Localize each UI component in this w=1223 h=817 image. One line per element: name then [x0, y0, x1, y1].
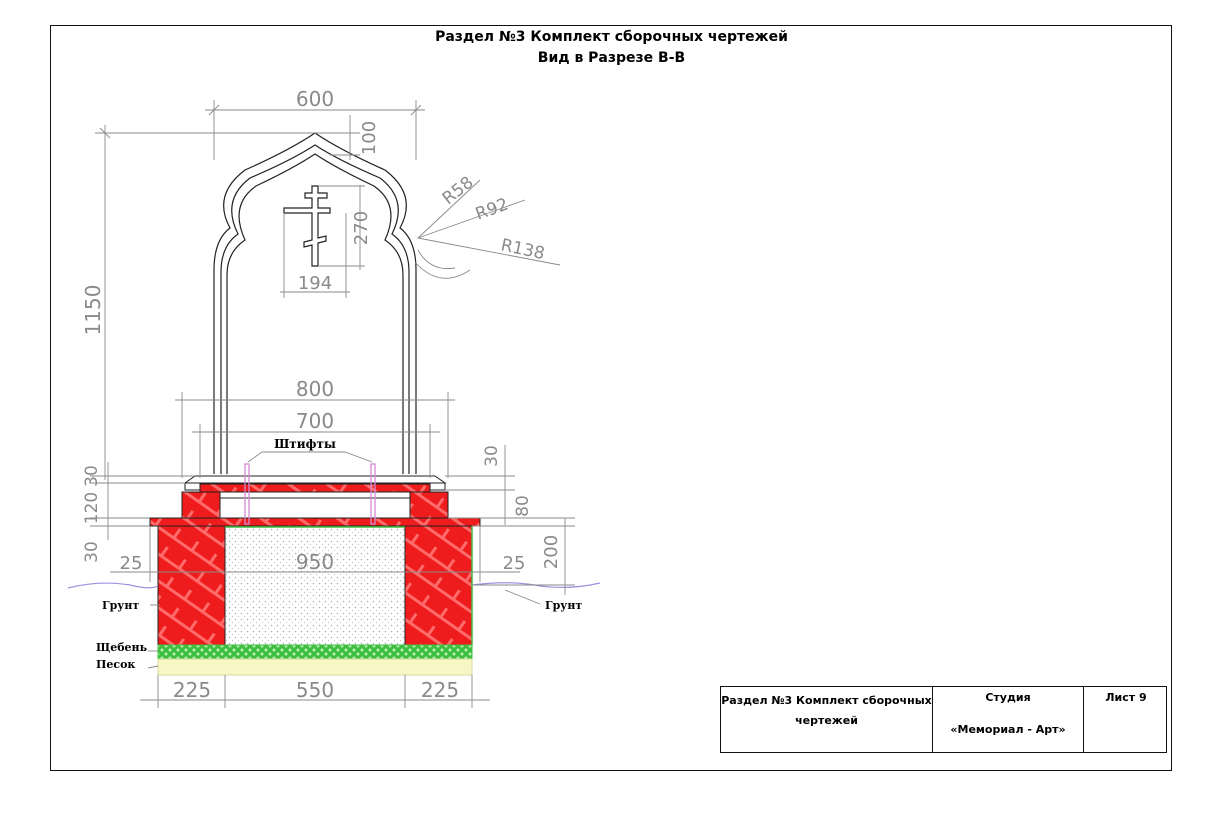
dim-30-right: 30	[482, 445, 502, 467]
soil-left-label: Грунт	[102, 599, 139, 612]
title-block-section: Раздел №3 Комплект сборочных чертежей	[721, 687, 933, 752]
dim-25-left: 25	[120, 553, 143, 574]
dim-225-left: 225	[173, 678, 211, 702]
dim-550: 550	[296, 678, 334, 702]
dim-194: 194	[298, 273, 332, 294]
sand-layer	[157, 658, 473, 676]
dim-r58: R58	[439, 173, 478, 209]
pins-label: Штифты	[274, 437, 336, 451]
dim-950: 950	[296, 550, 334, 574]
base-slab	[149, 491, 481, 527]
gravel-layer	[157, 644, 473, 660]
dim-600: 600	[296, 87, 334, 111]
dim-225-right: 225	[421, 678, 459, 702]
dim-30-top-left: 30	[82, 465, 102, 487]
dim-700: 700	[296, 409, 334, 433]
foundation	[157, 525, 473, 646]
cross-icon	[283, 185, 331, 267]
title-block-studio: Студия «Мемориал - Арт»	[933, 687, 1084, 752]
dim-100: 100	[359, 121, 380, 155]
dim-270: 270	[351, 211, 372, 245]
studio-name: «Мемориал - Арт»	[950, 723, 1066, 736]
soil-right-label: Грунт	[545, 599, 582, 612]
base-plate	[183, 475, 447, 493]
sand-label: Песок	[96, 658, 135, 671]
dim-200: 200	[541, 535, 562, 569]
dim-800: 800	[296, 377, 334, 401]
dim-30-bottom-left: 30	[82, 541, 102, 563]
dim-25-right: 25	[503, 553, 526, 574]
dim-80: 80	[513, 495, 533, 517]
dim-1150: 1150	[81, 285, 105, 336]
dim-r92: R92	[473, 194, 511, 224]
dim-120: 120	[82, 492, 102, 524]
dim-r138: R138	[499, 235, 546, 264]
title-block-sheet: Лист 9	[1105, 691, 1147, 704]
studio-label: Студия	[985, 691, 1031, 704]
gravel-label: Щебень	[96, 641, 148, 654]
title-block: Раздел №3 Комплект сборочных чертежей Ст…	[720, 686, 1167, 753]
